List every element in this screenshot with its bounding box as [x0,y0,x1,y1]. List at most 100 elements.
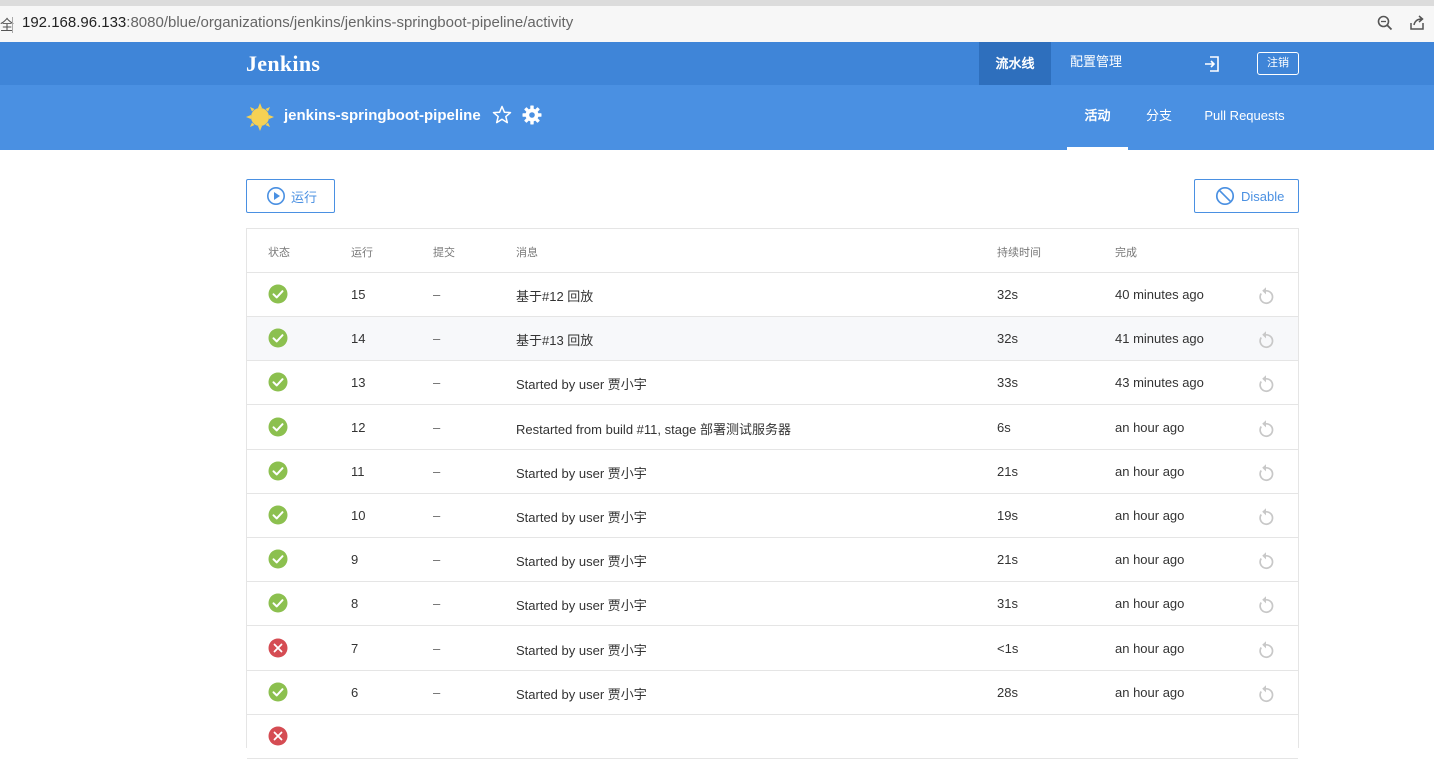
run-number: 7 [351,640,359,656]
run-duration: <1s [997,640,1019,656]
share-icon[interactable] [1408,14,1426,32]
replay-icon[interactable] [1257,329,1275,349]
table-row[interactable]: 7 – Started by user 贾小宇 <1s an hour ago [247,627,1298,671]
header-commit: 提交 [433,247,455,259]
run-completed: 40 minutes ago [1115,287,1204,302]
run-completed: an hour ago [1115,508,1185,523]
settings-gear-icon[interactable] [522,105,542,125]
run-number: 8 [351,596,359,612]
commit-id: – [433,596,441,612]
commit-id: – [433,419,441,435]
replay-icon[interactable] [1257,639,1275,659]
table-row[interactable]: 6 – Started by user 贾小宇 28s an hour ago [247,671,1298,715]
run-message: Started by user 贾小宇 [516,510,647,525]
replay-icon[interactable] [1257,594,1275,614]
commit-id: – [433,287,441,302]
commit-id: – [433,508,441,523]
run-number: 11 [351,463,365,479]
nav-administration[interactable]: 配置管理 [1070,42,1122,85]
tab-activity[interactable]: 活动 [1067,85,1128,150]
commit-id: – [433,331,441,347]
tab-pull-requests[interactable]: Pull Requests [1190,85,1299,150]
header-run: 运行 [351,247,373,259]
disable-button[interactable]: Disable [1194,179,1299,213]
commit-id: – [433,640,441,656]
run-message: Started by user 贾小宇 [516,377,647,393]
run-completed: an hour ago [1115,419,1185,435]
run-completed: an hour ago [1115,596,1185,612]
table-row[interactable]: 11 – Started by user 贾小宇 21s an hour ago [247,450,1298,494]
top-navigation: Jenkins 流水线 配置管理 注销 [0,42,1434,85]
address-bar-separator [12,17,13,33]
run-message: 基于#13 回放 [516,333,594,349]
run-duration: 21s [997,552,1018,568]
address-bar-icons [1376,14,1426,32]
run-duration: 21s [997,463,1018,479]
activity-table: 状态 运行 提交 消息 持续时间 完成 15 – 基于#12 回放 32s 40 min… [246,228,1299,759]
run-completed: 43 minutes ago [1115,375,1204,391]
table-row[interactable]: 9 – Started by user 贾小宇 21s an hour ago [247,538,1298,583]
table-header: 状态 运行 提交 消息 持续时间 完成 [247,229,1298,273]
table-row[interactable] [247,715,1298,759]
run-number: 12 [351,419,366,435]
status-failure-icon [268,726,288,746]
weather-sunny-icon [246,103,274,131]
status-success-icon [268,372,288,392]
status-success-icon [268,593,288,613]
exit-classic-icon[interactable] [1202,54,1222,74]
replay-icon[interactable] [1257,550,1275,570]
header-duration: 持续时间 [997,247,1041,259]
run-duration: 19s [997,508,1018,523]
status-success-icon [268,505,288,525]
nav-pipelines[interactable]: 流水线 [979,42,1051,85]
table-row[interactable]: 10 – Started by user 贾小宇 19s an hour ago [247,494,1298,538]
tab-branches[interactable]: 分支 [1128,85,1190,150]
table-row[interactable]: 14 – 基于#13 回放 32s 41 minutes ago [247,317,1298,362]
play-circle-icon [267,187,285,205]
commit-id: – [433,375,441,391]
pipeline-name[interactable]: jenkins-springboot-pipeline [284,107,481,124]
disable-button-label: Disable [1241,188,1285,204]
run-message: Started by user 贾小宇 [516,554,647,570]
zoom-icon[interactable] [1376,14,1394,32]
replay-icon[interactable] [1257,285,1275,305]
run-completed: an hour ago [1115,552,1185,568]
run-number: 14 [351,331,366,347]
replay-icon[interactable] [1257,373,1275,393]
favorite-star-icon[interactable] [492,105,512,125]
table-row[interactable]: 15 – 基于#12 回放 32s 40 minutes ago [247,273,1298,317]
run-completed: an hour ago [1115,684,1185,700]
run-duration: 33s [997,375,1018,391]
jenkins-logo[interactable]: Jenkins [246,51,320,77]
logout-button[interactable]: 注销 [1257,52,1299,75]
url-host: 192.168.96.133 [22,14,127,31]
run-message: Started by user 贾小宇 [516,642,647,658]
commit-id: – [433,552,441,568]
header-status: 状态 [268,247,290,259]
replay-icon[interactable] [1257,462,1275,482]
run-number: 15 [351,287,366,302]
run-message: Started by user 贾小宇 [516,465,647,481]
status-success-icon [268,417,288,437]
run-message: Restarted from build #11, stage 部署测试服务器 [516,421,792,437]
replay-icon[interactable] [1257,683,1275,703]
run-duration: 31s [997,596,1018,612]
replay-icon[interactable] [1257,506,1275,526]
table-row[interactable]: 13 – Started by user 贾小宇 33s 43 minutes ago [247,361,1298,406]
table-row[interactable]: 8 – Started by user 贾小宇 31s an hour ago [247,582,1298,627]
commit-id: – [433,684,441,700]
run-number: 9 [351,552,359,568]
url-field[interactable]: 192.168.96.133:8080/blue/organizations/j… [22,14,573,31]
run-duration: 28s [997,684,1018,700]
status-success-icon [268,682,288,702]
run-duration: 6s [997,419,1011,435]
browser-address-bar: 全 192.168.96.133:8080/blue/organizations… [0,0,1434,42]
table-row[interactable]: 12 – Restarted from build #11, stage 部署测试服… [247,406,1298,450]
run-message: Started by user 贾小宇 [516,686,647,702]
run-number: 13 [351,375,366,391]
run-completed: 41 minutes ago [1115,331,1204,347]
disable-circle-icon [1215,186,1235,206]
replay-icon[interactable] [1257,418,1275,438]
status-success-icon [268,549,288,569]
run-button[interactable]: 运行 [246,179,335,213]
